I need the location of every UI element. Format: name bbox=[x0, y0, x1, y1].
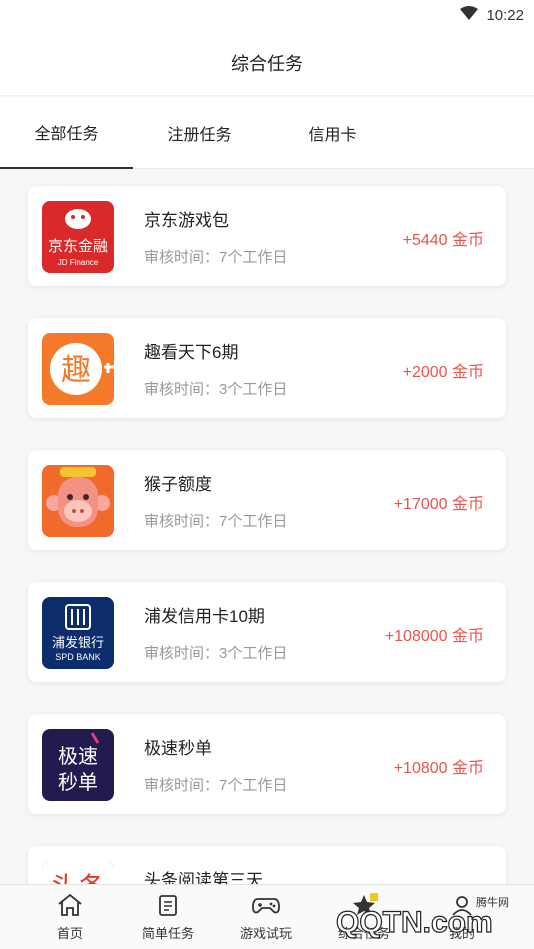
jisu-miaodan-logo: 极速 秒单 bbox=[42, 729, 114, 801]
task-name: 趣看天下6期 bbox=[144, 343, 239, 362]
nav-game-trial[interactable]: 游戏试玩 bbox=[216, 885, 316, 949]
tab-label: 全部任务 bbox=[34, 126, 99, 143]
task-reward: +10800 金币 bbox=[393, 760, 484, 777]
spd-bank-logo: 浦发银行 SPD BANK bbox=[42, 597, 114, 669]
task-card[interactable]: 极速 秒单 极速秒单 审核时间：7个工作日 +10800 金币 bbox=[28, 714, 506, 814]
svg-text:QQTN.com: QQTN.com bbox=[336, 906, 493, 939]
monkey-logo bbox=[42, 465, 114, 537]
task-reward: +17000 金币 bbox=[393, 496, 484, 513]
task-review-time: 审核时间：3个工作日 bbox=[144, 381, 288, 398]
tab-all-tasks[interactable]: 全部任务 bbox=[0, 97, 133, 169]
task-review-time: 审核时间：3个工作日 bbox=[144, 645, 288, 662]
task-name: 京东游戏包 bbox=[144, 211, 229, 230]
task-card[interactable]: 猴子额度 审核时间：7个工作日 +17000 金币 bbox=[28, 450, 506, 550]
page-title: 综合任务 bbox=[231, 53, 303, 74]
task-review-time: 审核时间：7个工作日 bbox=[144, 249, 288, 266]
nav-label: 首页 bbox=[56, 926, 83, 941]
tab-credit-card[interactable]: 信用卡 bbox=[266, 97, 399, 169]
task-name: 极速秒单 bbox=[144, 739, 212, 758]
task-name: 猴子额度 bbox=[144, 475, 212, 494]
status-bar: 10:22 bbox=[0, 0, 534, 30]
task-list[interactable]: 京东金融 JD Finance 京东游戏包 审核时间：7个工作日 +5440 金… bbox=[0, 170, 534, 884]
task-card[interactable]: 头条 头条阅读第三天 bbox=[28, 846, 506, 884]
nav-home[interactable]: 首页 bbox=[20, 885, 120, 949]
svg-text:极速: 极速 bbox=[58, 744, 98, 768]
nav-simple-tasks[interactable]: 简单任务 bbox=[118, 885, 218, 949]
nav-label: 游戏试玩 bbox=[239, 926, 292, 941]
home-icon bbox=[57, 893, 83, 923]
svg-text:头条: 头条 bbox=[50, 871, 106, 884]
page-header: 综合任务 bbox=[0, 30, 534, 96]
task-reward: +108000 金币 bbox=[384, 628, 484, 645]
svg-text:趣: 趣 bbox=[61, 353, 91, 388]
task-name: 头条阅读第三天 bbox=[144, 871, 263, 884]
task-reward: +5440 金币 bbox=[402, 232, 484, 249]
svg-text:SPD BANK: SPD BANK bbox=[55, 652, 101, 662]
svg-text:秒单: 秒单 bbox=[58, 770, 98, 794]
wifi-icon bbox=[460, 6, 479, 24]
clipboard-icon bbox=[156, 893, 180, 923]
task-tabs: 全部任务 注册任务 信用卡 bbox=[0, 97, 534, 169]
tab-register-tasks[interactable]: 注册任务 bbox=[133, 97, 266, 169]
task-card[interactable]: 趣 趣看天下6期 审核时间：3个工作日 +2000 金币 bbox=[28, 318, 506, 418]
svg-text:腾牛网: 腾牛网 bbox=[476, 895, 509, 909]
svg-text:京东金融: 京东金融 bbox=[48, 237, 108, 255]
task-reward: +2000 金币 bbox=[402, 364, 484, 381]
task-review-time: 审核时间：7个工作日 bbox=[144, 513, 288, 530]
status-time: 10:22 bbox=[486, 6, 524, 24]
task-name: 浦发信用卡10期 bbox=[144, 607, 265, 626]
qukan-logo: 趣 bbox=[42, 333, 114, 405]
tab-label: 注册任务 bbox=[167, 127, 232, 144]
svg-text:JD Finance: JD Finance bbox=[58, 258, 99, 267]
task-review-time: 审核时间：7个工作日 bbox=[144, 777, 288, 794]
toutiao-logo: 头条 bbox=[42, 861, 114, 884]
task-card[interactable]: 京东金融 JD Finance 京东游戏包 审核时间：7个工作日 +5440 金… bbox=[28, 186, 506, 286]
task-card[interactable]: 浦发银行 SPD BANK 浦发信用卡10期 审核时间：3个工作日 +10800… bbox=[28, 582, 506, 682]
gamepad-icon bbox=[252, 893, 280, 923]
nav-label: 简单任务 bbox=[141, 926, 194, 941]
jd-finance-logo: 京东金融 JD Finance bbox=[42, 201, 114, 273]
svg-text:浦发银行: 浦发银行 bbox=[52, 635, 104, 651]
qqtn-watermark: QQTN.com 腾牛网 bbox=[326, 892, 526, 944]
tab-label: 信用卡 bbox=[308, 127, 357, 144]
